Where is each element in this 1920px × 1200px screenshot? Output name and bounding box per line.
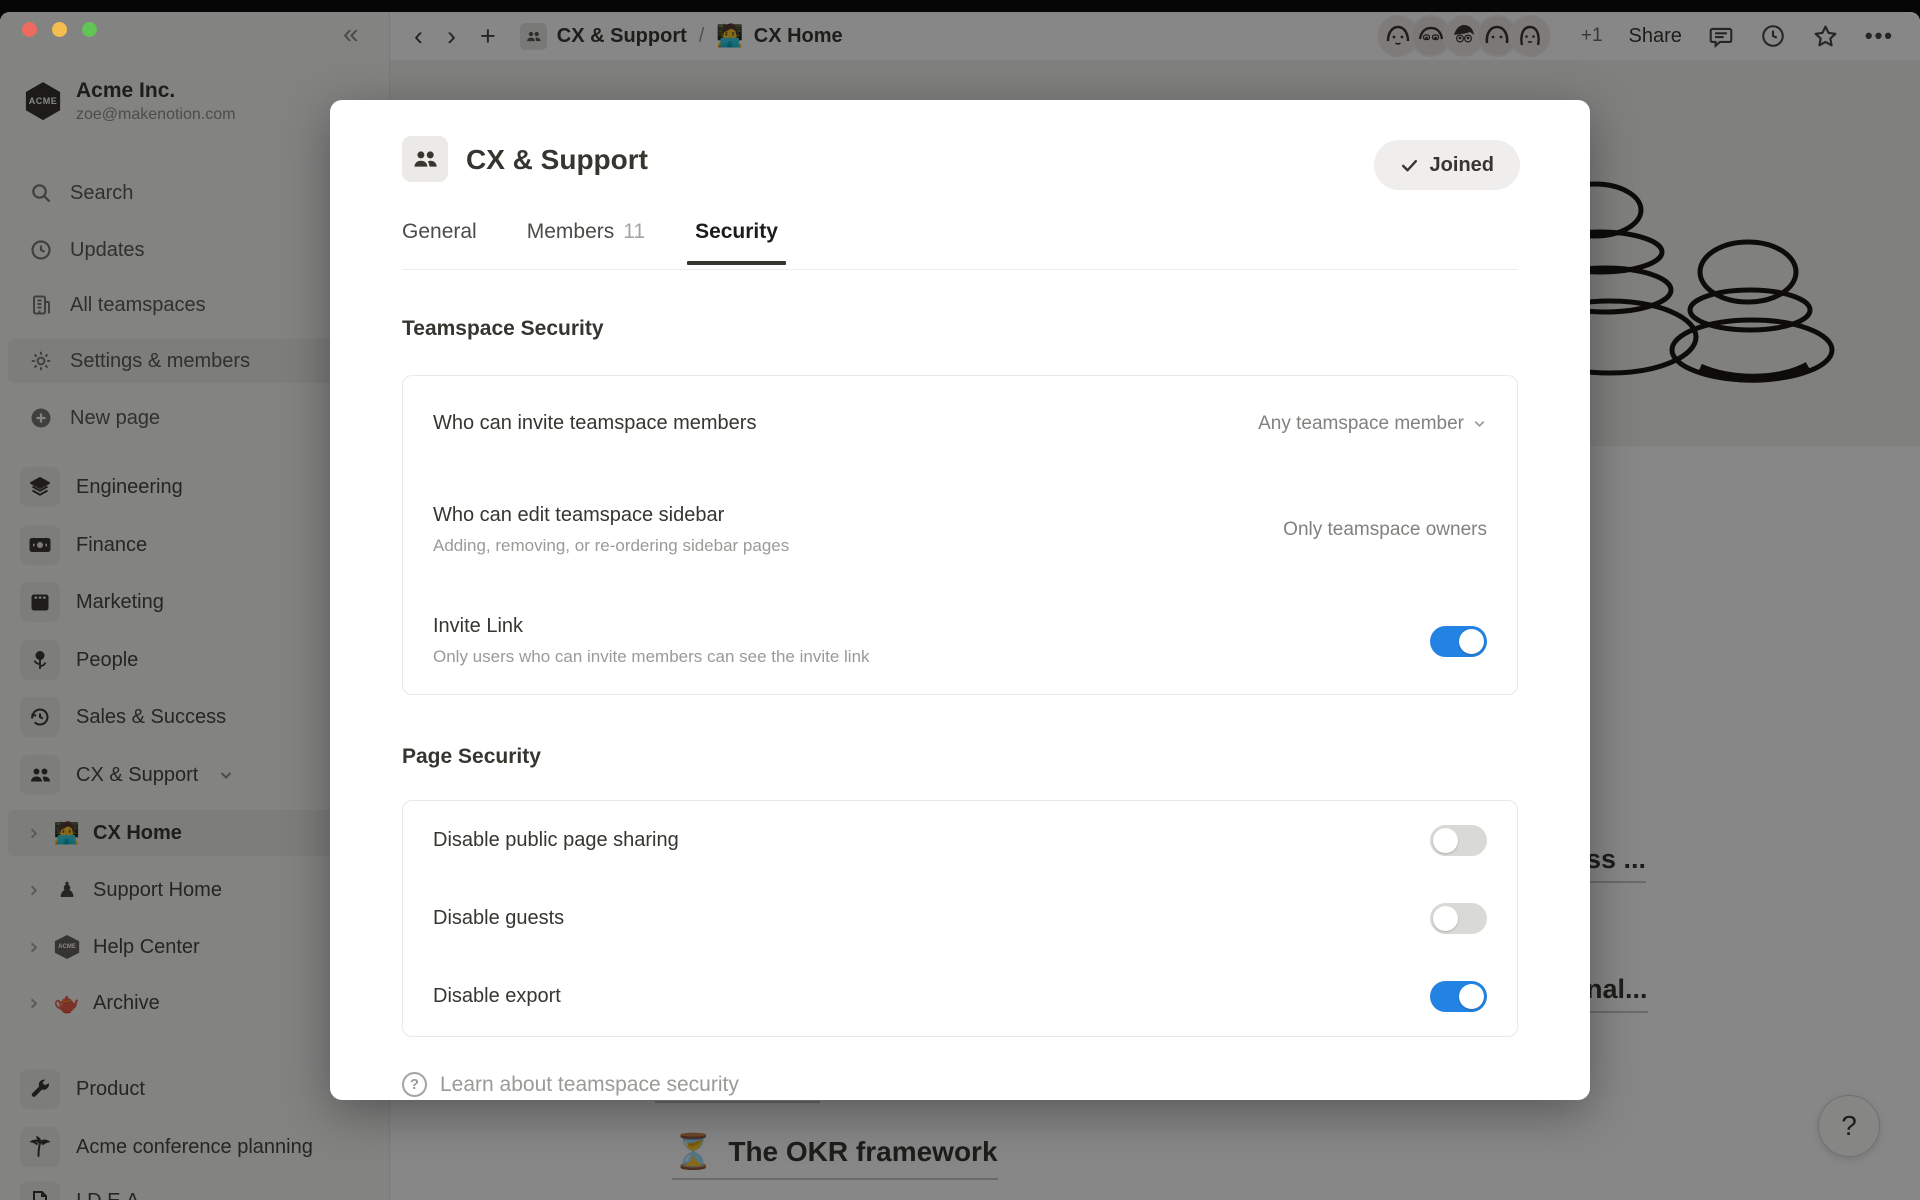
teamspace-security-card: Who can invite teamspace members Any tea… (402, 375, 1518, 695)
invite-link-toggle[interactable] (1430, 626, 1487, 657)
close-window-icon[interactable] (22, 22, 37, 37)
setting-row-disable-public-sharing: Disable public page sharing (433, 801, 1487, 879)
joined-button[interactable]: Joined (1374, 140, 1520, 190)
tab-security[interactable]: Security (695, 220, 778, 265)
teamspace-people-icon (402, 136, 448, 182)
zoom-window-icon[interactable] (82, 22, 97, 37)
setting-row-invite-link: Invite Link Only users who can invite me… (433, 589, 1487, 694)
page-security-card: Disable public page sharing Disable gues… (402, 800, 1518, 1037)
setting-row-disable-guests: Disable guests (433, 879, 1487, 957)
section-title-teamspace-security: Teamspace Security (402, 317, 604, 341)
notion-window: ACME Acme Inc. zoe@makenotion.com Search… (0, 12, 1920, 1200)
teamspace-settings-modal: CX & Support Joined General Members 11 S… (330, 100, 1590, 1100)
tabs-divider (402, 269, 1518, 270)
setting-row-invite-members: Who can invite teamspace members Any tea… (433, 376, 1487, 471)
tab-members[interactable]: Members 11 (527, 220, 645, 265)
edit-sidebar-value: Only teamspace owners (1283, 519, 1487, 541)
setting-row-disable-export: Disable export (433, 958, 1487, 1036)
window-controls (22, 22, 97, 37)
disable-public-sharing-toggle[interactable] (1430, 825, 1487, 856)
chevron-down-icon (1472, 416, 1487, 431)
disable-guests-toggle[interactable] (1430, 903, 1487, 934)
modal-title: CX & Support (466, 144, 648, 176)
section-title-page-security: Page Security (402, 745, 541, 769)
setting-row-edit-sidebar: Who can edit teamspace sidebar Adding, r… (433, 471, 1487, 588)
learn-about-security-link[interactable]: ? Learn about teamspace security (402, 1072, 739, 1097)
tab-general[interactable]: General (402, 220, 477, 265)
modal-tabs: General Members 11 Security (402, 220, 778, 265)
minimize-window-icon[interactable] (52, 22, 67, 37)
check-icon (1400, 156, 1419, 175)
members-count-badge: 11 (623, 220, 645, 244)
disable-export-toggle[interactable] (1430, 981, 1487, 1012)
help-circle-icon: ? (402, 1072, 427, 1097)
invite-members-dropdown[interactable]: Any teamspace member (1258, 413, 1487, 435)
